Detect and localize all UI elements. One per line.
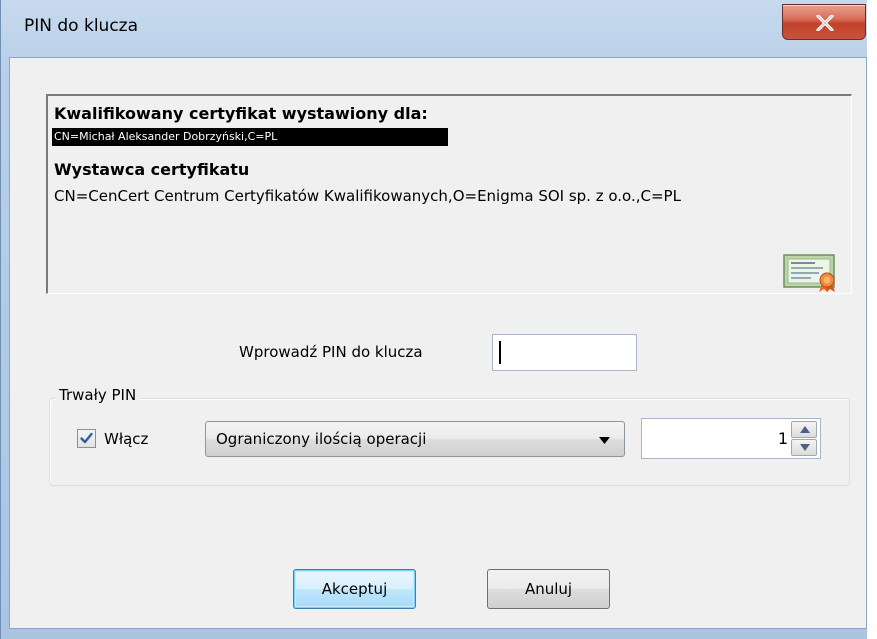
arrow-up-icon (800, 426, 810, 433)
spin-up-button[interactable] (791, 421, 817, 438)
enable-label[interactable]: Włącz (104, 427, 148, 451)
issuer-heading: Wystawca certyfikatu (54, 160, 250, 179)
window-title: PIN do klucza (24, 16, 139, 36)
pin-input[interactable] (492, 334, 637, 371)
close-icon (816, 15, 834, 31)
arrow-down-icon (800, 444, 810, 451)
cancel-button[interactable]: Anuluj (487, 569, 610, 609)
pin-mode-select[interactable]: Ograniczony ilością operacji (205, 421, 625, 457)
persistent-pin-group-title: Trwały PIN (55, 384, 141, 406)
operation-count-value[interactable]: 1 (778, 427, 788, 451)
operation-count-spinner[interactable]: 1 (641, 418, 821, 459)
chevron-down-icon (599, 437, 610, 444)
pin-label: Wprowadź PIN do klucza (239, 343, 423, 361)
checkmark-icon (80, 432, 93, 444)
text-caret (499, 341, 501, 364)
accept-button[interactable]: Akceptuj (293, 569, 416, 609)
close-button[interactable] (782, 4, 866, 40)
certificate-icon (783, 254, 835, 292)
certificate-info-panel: Kwalifikowany certyfikat wystawiony dla:… (46, 94, 852, 294)
issuer-value: CN=CenCert Centrum Certyfikatów Kwalifik… (54, 187, 681, 205)
outside-area (867, 0, 877, 639)
spin-down-button[interactable] (791, 439, 817, 456)
enable-checkbox[interactable] (77, 429, 96, 448)
dialog-client-area: Kwalifikowany certyfikat wystawiony dla:… (9, 57, 867, 629)
subject-heading: Kwalifikowany certyfikat wystawiony dla: (54, 104, 428, 123)
subject-value: CN=Michał Aleksander Dobrzyński,C=PL (52, 128, 448, 146)
pin-mode-selected: Ograniczony ilością operacji (216, 430, 427, 448)
